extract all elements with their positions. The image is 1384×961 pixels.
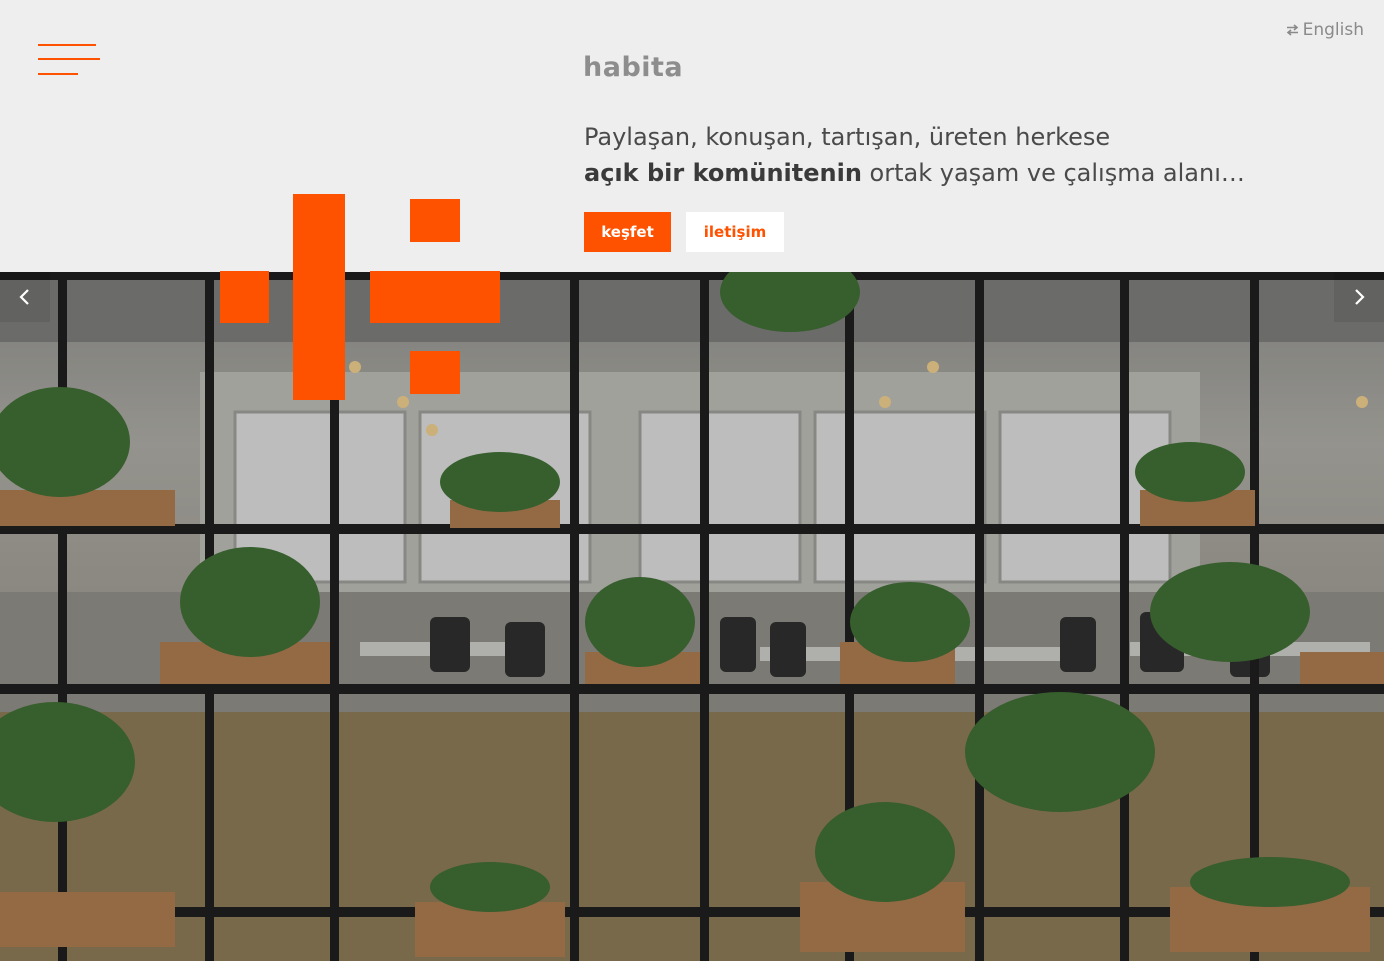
chevron-left-icon — [19, 289, 29, 305]
slider-prev-button[interactable] — [0, 272, 50, 322]
slider-next-button[interactable] — [1334, 272, 1384, 322]
tagline-rest: ortak yaşam ve çalışma alanı… — [861, 159, 1245, 187]
hero-tagline: Paylaşan, konuşan, tartışan, üreten herk… — [584, 119, 1245, 191]
hero-actions: keşfet iletişim — [584, 212, 784, 252]
language-switcher[interactable]: English — [1286, 20, 1364, 40]
chevron-right-icon — [1355, 289, 1365, 305]
contact-button[interactable]: iletişim — [686, 212, 784, 252]
office-scene-illustration — [0, 272, 1384, 961]
site-header: English habita Paylaşan, konuşan, tartış… — [0, 0, 1384, 272]
language-label: English — [1302, 20, 1364, 40]
tagline-line-1: Paylaşan, konuşan, tartışan, üreten herk… — [584, 123, 1111, 151]
hamburger-menu-icon[interactable] — [38, 42, 100, 78]
swap-arrows-icon — [1286, 24, 1298, 36]
tagline-emphasis: açık bir komünitenin — [584, 159, 862, 187]
logo-wordmark[interactable]: habita — [583, 52, 683, 83]
tagline-line-2: açık bir komünitenin ortak yaşam ve çalı… — [584, 155, 1245, 191]
hero-slider-image — [0, 272, 1384, 961]
explore-button[interactable]: keşfet — [584, 212, 671, 252]
